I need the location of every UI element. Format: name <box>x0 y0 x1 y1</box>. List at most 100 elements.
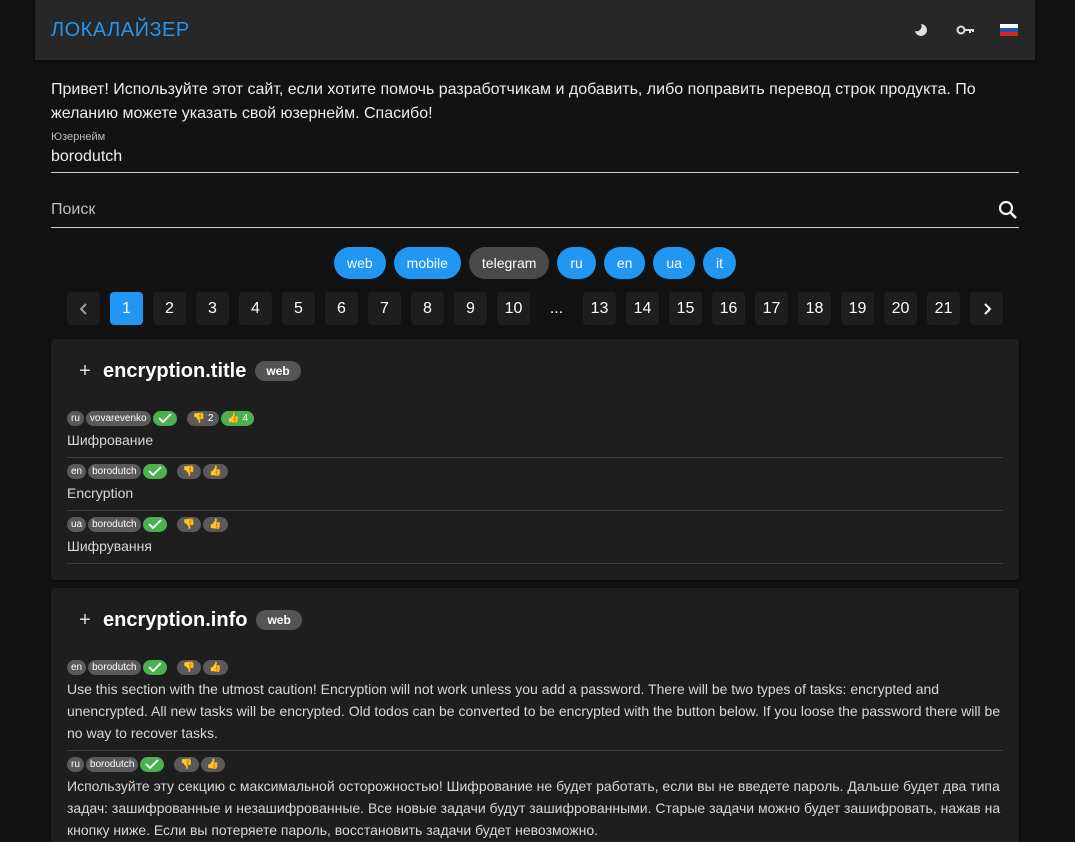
downvote-button[interactable]: 👎 <box>176 463 202 479</box>
downvote-button[interactable]: 👎 2 <box>186 410 220 426</box>
page-button[interactable]: 18 <box>798 292 831 325</box>
downvote-button[interactable]: 👎 <box>176 516 202 532</box>
thumbs-up-icon: 👍 <box>209 661 222 673</box>
language-badge: ru <box>67 410 84 426</box>
thumbs-down-icon: 👎 <box>182 518 196 530</box>
pagination: 1 2 3 4 5 6 7 8 9 10 ... 13 14 15 16 17 … <box>51 292 1019 325</box>
chip-ru[interactable]: ru <box>557 247 596 279</box>
downvote-count: 2 <box>207 412 214 424</box>
thumbs-down-icon: 👎 <box>192 412 206 424</box>
page-button[interactable]: 7 <box>368 292 401 325</box>
page-button[interactable]: 20 <box>884 292 917 325</box>
platform-tag: web <box>256 610 302 630</box>
upvote-count: 4 <box>242 412 249 424</box>
page-button[interactable]: 4 <box>239 292 272 325</box>
localization-card: + encryption.info web en borodutch 👎 👍 U… <box>51 588 1019 842</box>
page-button[interactable]: 6 <box>325 292 358 325</box>
page-button[interactable]: 17 <box>755 292 788 325</box>
search-icon[interactable] <box>997 199 1019 221</box>
chevron-left-icon <box>79 302 87 315</box>
moon-icon[interactable] <box>911 20 931 40</box>
thumbs-down-icon: 👎 <box>180 758 193 770</box>
search-field[interactable]: Поиск <box>51 193 1019 228</box>
approved-check-icon <box>142 659 167 675</box>
language-badge: en <box>67 659 87 675</box>
approved-check-icon <box>142 516 167 532</box>
upvote-button[interactable]: 👍 4 <box>221 410 255 426</box>
translation-entry: en borodutch 👎 👍 Use this section with t… <box>67 654 1003 751</box>
upvote-button[interactable]: 👍 <box>200 756 226 772</box>
prev-page-button[interactable] <box>67 292 100 325</box>
localization-card: + encryption.title web ru vovarevenko 👎 … <box>51 339 1019 580</box>
page-button[interactable]: 9 <box>454 292 487 325</box>
page-button[interactable]: 8 <box>411 292 444 325</box>
chip-en[interactable]: en <box>603 247 646 279</box>
chip-telegram[interactable]: telegram <box>468 247 550 279</box>
username-label: Юзернейм <box>51 131 106 143</box>
chip-mobile[interactable]: mobile <box>393 247 461 279</box>
key-icon[interactable] <box>955 20 975 40</box>
thumbs-up-icon: 👍 <box>227 412 240 424</box>
language-badge: ru <box>67 756 84 772</box>
author-badge: borodutch <box>88 463 141 479</box>
top-app-bar: ЛОКАЛАЙЗЕР <box>35 0 1035 60</box>
page-button[interactable]: 5 <box>282 292 315 325</box>
page-button[interactable]: 13 <box>583 292 616 325</box>
downvote-button[interactable]: 👎 <box>174 756 199 772</box>
username-field[interactable]: Юзернейм borodutch <box>51 130 1019 173</box>
search-input[interactable]: Поиск <box>51 201 997 219</box>
string-key: encryption.info <box>103 608 248 631</box>
upvote-button[interactable]: 👍 <box>203 659 228 675</box>
translation-entry: en borodutch 👎 👍 Encryption <box>67 458 1003 511</box>
author-badge: vovarevenko <box>85 410 151 426</box>
translation-text: Use this section with the utmost caution… <box>67 681 1001 741</box>
approved-check-icon <box>140 756 165 772</box>
page-button[interactable]: 15 <box>669 292 702 325</box>
author-badge: borodutch <box>85 756 139 772</box>
chevron-right-icon <box>983 302 991 315</box>
add-translation-button[interactable]: + <box>67 609 103 632</box>
translation-entry: ru vovarevenko 👎 2 👍 4 Шифрование <box>67 405 1003 458</box>
translation-text: Encryption <box>67 485 134 501</box>
page-button[interactable]: 2 <box>153 292 186 325</box>
intro-text: Привет! Используйте этот сайт, если хоти… <box>51 81 976 122</box>
translation-text: Шифрование <box>67 432 154 448</box>
translation-text: Шифрування <box>67 538 152 554</box>
app-container: ЛОКАЛАЙЗЕР Привет! Используйте этот сайт… <box>35 0 1035 842</box>
page-button[interactable]: 19 <box>841 292 874 325</box>
approved-check-icon <box>152 410 177 426</box>
page-button[interactable]: 16 <box>712 292 745 325</box>
page-ellipsis: ... <box>549 299 564 317</box>
translation-entry: ua borodutch 👎 👍 Шифрування <box>67 511 1003 564</box>
translation-text: Используйте эту секцию с максимальной ос… <box>67 778 1001 838</box>
chip-web[interactable]: web <box>333 247 386 279</box>
author-badge: borodutch <box>88 659 141 675</box>
upvote-button[interactable]: 👍 <box>203 516 228 532</box>
username-input[interactable]: borodutch <box>51 144 1019 172</box>
chip-it[interactable]: it <box>703 247 736 279</box>
page-button[interactable]: 1 <box>110 292 143 325</box>
approved-check-icon <box>142 463 167 479</box>
russian-flag-icon[interactable] <box>999 20 1019 40</box>
app-title[interactable]: ЛОКАЛАЙЗЕР <box>51 19 911 42</box>
thumbs-down-icon: 👎 <box>182 661 196 673</box>
page-button[interactable]: 10 <box>497 292 530 325</box>
filter-chips: web mobile telegram ru en ua it <box>51 247 1019 279</box>
next-page-button[interactable] <box>970 292 1003 325</box>
chip-ua[interactable]: ua <box>653 247 695 279</box>
string-key: encryption.title <box>103 359 247 382</box>
platform-tag: web <box>255 361 301 381</box>
thumbs-up-icon: 👍 <box>206 758 220 770</box>
add-translation-button[interactable]: + <box>67 360 103 383</box>
upvote-button[interactable]: 👍 <box>203 463 228 479</box>
language-badge: en <box>67 463 87 479</box>
page-button[interactable]: 21 <box>927 292 960 325</box>
thumbs-up-icon: 👍 <box>209 518 222 530</box>
thumbs-up-icon: 👍 <box>209 465 222 477</box>
thumbs-down-icon: 👎 <box>182 465 196 477</box>
downvote-button[interactable]: 👎 <box>176 659 202 675</box>
translation-entry: ru borodutch 👎 👍 Используйте эту секцию … <box>67 751 1003 842</box>
page-button[interactable]: 14 <box>626 292 659 325</box>
page-button[interactable]: 3 <box>196 292 229 325</box>
author-badge: borodutch <box>88 516 141 532</box>
